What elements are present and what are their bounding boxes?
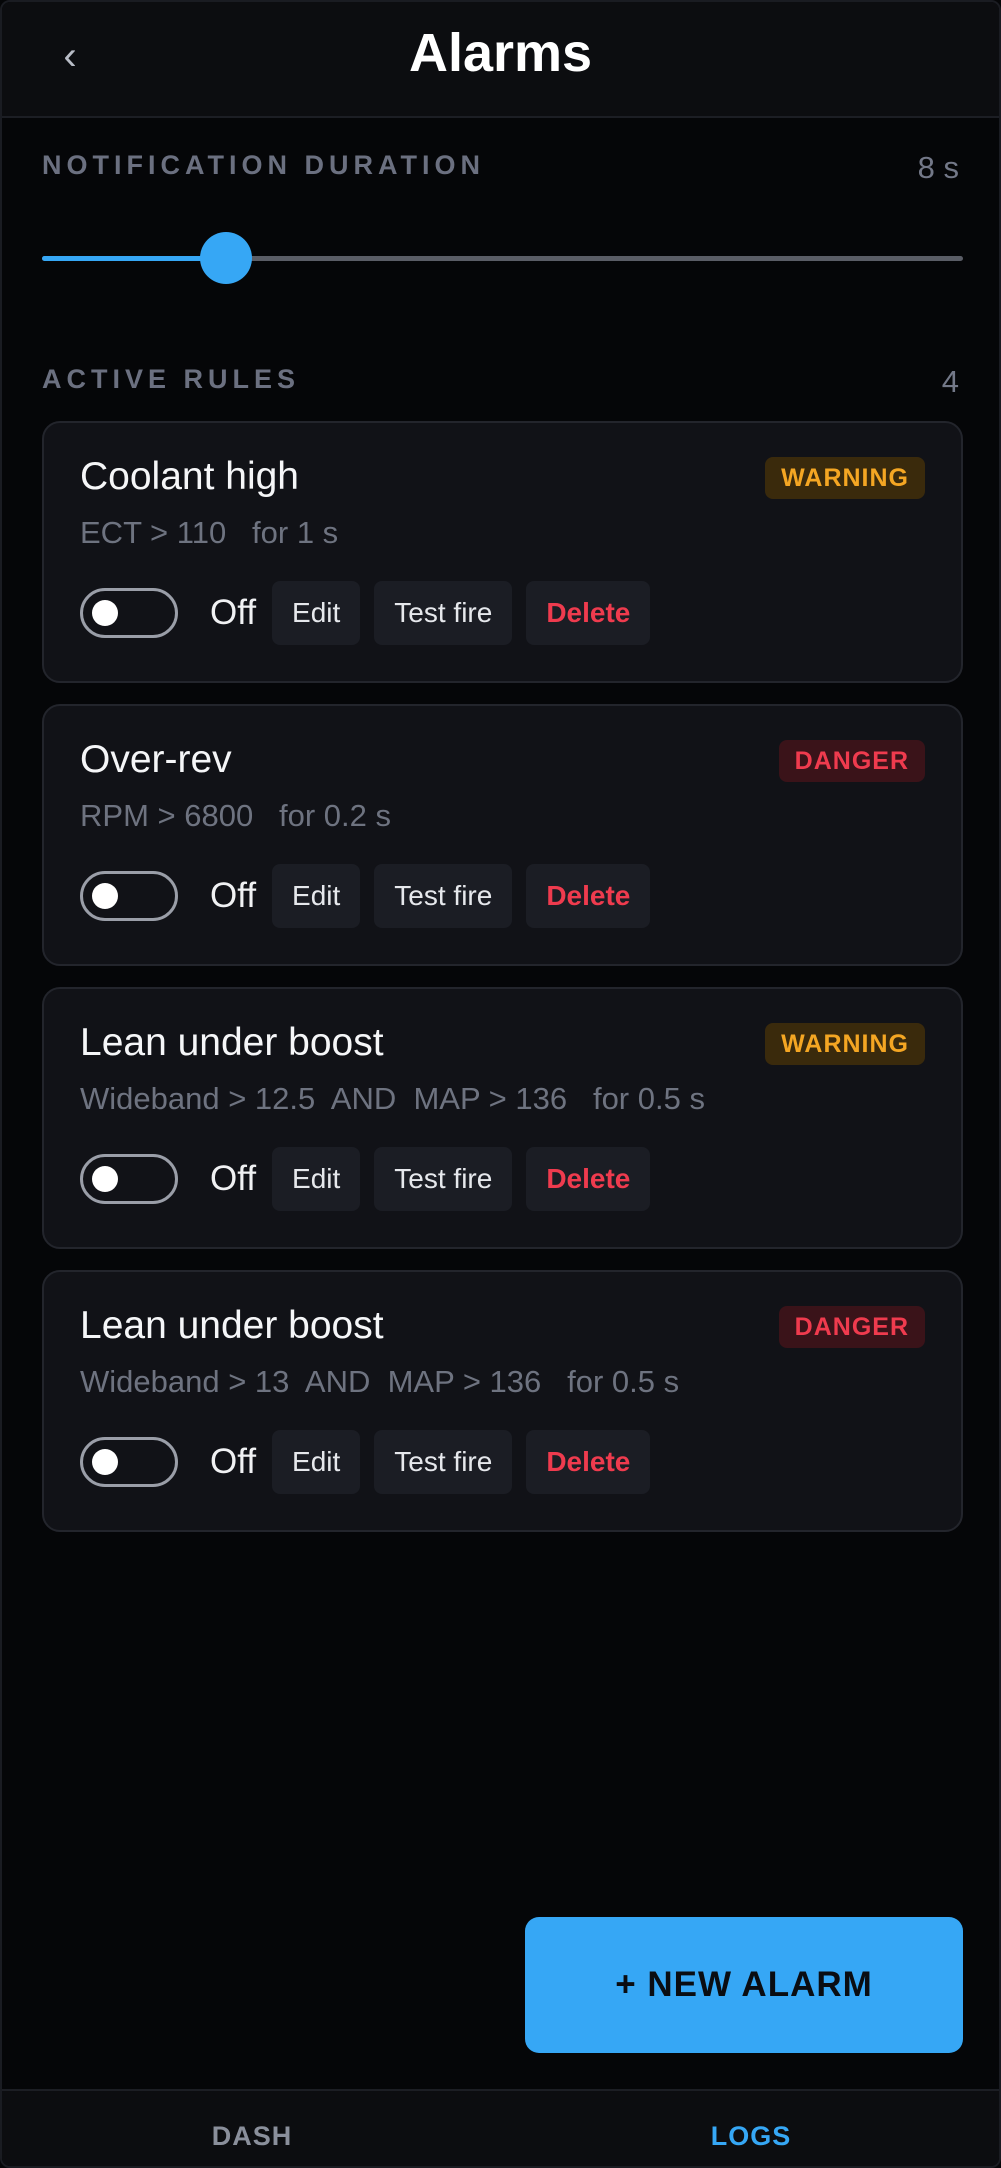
rule-title: Lean under boost bbox=[80, 1021, 384, 1064]
toggle-state-label: Off bbox=[210, 1442, 257, 1481]
rule-condition: Wideband > 12.5 AND MAP > 136 for 0.5 s bbox=[80, 1081, 705, 1116]
page-title: Alarms bbox=[408, 23, 593, 83]
toggle-knob bbox=[92, 600, 118, 626]
test-fire-button[interactable]: Test fire bbox=[374, 1430, 513, 1494]
slider-thumb[interactable] bbox=[200, 232, 253, 284]
bottom-nav: DASH LOGS bbox=[2, 2089, 999, 2166]
edit-button[interactable]: Edit bbox=[272, 581, 361, 645]
rule-condition: RPM > 6800 for 0.2 s bbox=[80, 798, 392, 833]
rule-card: Over-rev DANGER RPM > 6800 for 0.2 s Off… bbox=[42, 704, 963, 966]
rule-controls: Off Edit Test fire Delete bbox=[80, 1430, 651, 1494]
new-alarm-button[interactable]: + NEW ALARM bbox=[525, 1917, 963, 2053]
rules-list: Coolant high WARNING ECT > 110 for 1 s O… bbox=[42, 421, 963, 1553]
delete-button[interactable]: Delete bbox=[526, 1147, 651, 1211]
active-rules-label: ACTIVE RULES bbox=[42, 364, 301, 394]
rule-card: Coolant high WARNING ECT > 110 for 1 s O… bbox=[42, 421, 963, 683]
toggle-state-label: Off bbox=[210, 1159, 257, 1198]
toggle-knob bbox=[92, 1449, 118, 1475]
notification-duration-slider[interactable] bbox=[42, 232, 963, 284]
severity-badge: WARNING bbox=[765, 457, 925, 499]
rule-condition: ECT > 110 for 1 s bbox=[80, 515, 339, 550]
rule-title: Coolant high bbox=[80, 455, 299, 498]
edit-button[interactable]: Edit bbox=[272, 1430, 361, 1494]
rule-enable-toggle[interactable] bbox=[80, 1437, 178, 1487]
toggle-state-label: Off bbox=[210, 876, 257, 915]
toggle-state-label: Off bbox=[210, 593, 257, 632]
delete-button[interactable]: Delete bbox=[526, 1430, 651, 1494]
severity-badge: DANGER bbox=[778, 1306, 925, 1348]
rule-controls: Off Edit Test fire Delete bbox=[80, 1147, 651, 1211]
nav-tab-dash[interactable]: DASH bbox=[152, 2121, 352, 2152]
test-fire-button[interactable]: Test fire bbox=[374, 864, 513, 928]
notification-duration-value: 8 s bbox=[917, 150, 959, 185]
rule-enable-toggle[interactable] bbox=[80, 871, 178, 921]
rule-enable-toggle[interactable] bbox=[80, 1154, 178, 1204]
edit-button[interactable]: Edit bbox=[272, 864, 361, 928]
active-rules-count: 4 bbox=[941, 364, 959, 399]
rule-card: Lean under boost WARNING Wideband > 12.5… bbox=[42, 987, 963, 1249]
slider-fill bbox=[42, 256, 227, 261]
header: ‹ Alarms bbox=[2, 2, 999, 118]
notification-duration-label: NOTIFICATION DURATION bbox=[42, 150, 485, 180]
toggle-knob bbox=[92, 1166, 118, 1192]
delete-button[interactable]: Delete bbox=[526, 581, 651, 645]
rule-title: Lean under boost bbox=[80, 1304, 384, 1347]
test-fire-button[interactable]: Test fire bbox=[374, 1147, 513, 1211]
severity-badge: DANGER bbox=[778, 740, 925, 782]
test-fire-button[interactable]: Test fire bbox=[374, 581, 513, 645]
rule-condition: Wideband > 13 AND MAP > 136 for 0.5 s bbox=[80, 1364, 680, 1399]
nav-tab-logs[interactable]: LOGS bbox=[651, 2121, 851, 2152]
rule-controls: Off Edit Test fire Delete bbox=[80, 581, 651, 645]
severity-badge: WARNING bbox=[765, 1023, 925, 1065]
edit-button[interactable]: Edit bbox=[272, 1147, 361, 1211]
rule-enable-toggle[interactable] bbox=[80, 588, 178, 638]
rule-controls: Off Edit Test fire Delete bbox=[80, 864, 651, 928]
toggle-knob bbox=[92, 883, 118, 909]
rule-title: Over-rev bbox=[80, 738, 232, 781]
delete-button[interactable]: Delete bbox=[526, 864, 651, 928]
rule-card: Lean under boost DANGER Wideband > 13 AN… bbox=[42, 1270, 963, 1532]
app-frame: ‹ Alarms NOTIFICATION DURATION 8 s ACTIV… bbox=[0, 0, 1001, 2168]
